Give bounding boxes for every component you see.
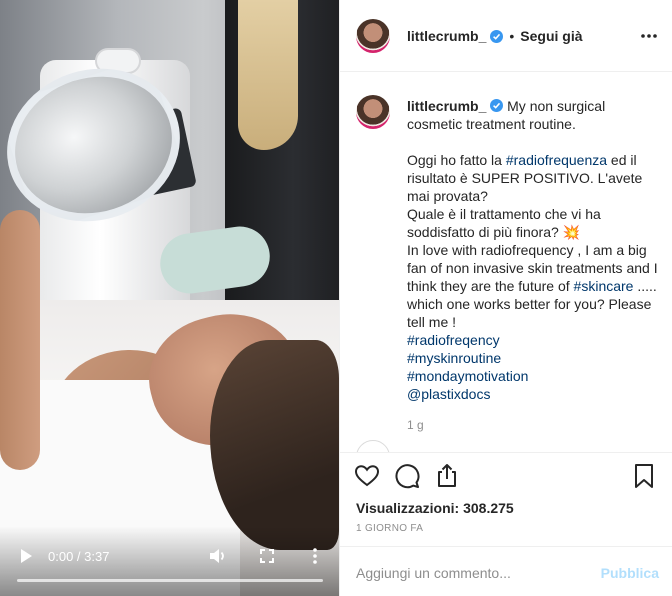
share-icon[interactable]: [434, 463, 462, 491]
hashtag-link[interactable]: #mondaymotivation: [407, 368, 528, 384]
hashtag-link[interactable]: #skincare: [574, 278, 634, 294]
fullscreen-icon[interactable]: [255, 544, 279, 568]
caption-text: Quale è il trattamento che vi ha soddisf…: [407, 206, 601, 240]
video-arm: [0, 210, 40, 470]
views-label: Visualizzazioni:: [356, 500, 460, 516]
verified-icon: [490, 97, 504, 112]
more-options-icon[interactable]: [639, 26, 659, 46]
video-progress-track[interactable]: [17, 579, 323, 582]
bookmark-icon[interactable]: [631, 463, 659, 491]
video-time: 0:00 / 3:37: [48, 548, 110, 564]
video-person-hair: [238, 0, 298, 150]
hashtag-link[interactable]: #radiofreqency: [407, 332, 500, 348]
caption-username[interactable]: littlecrumb_: [407, 98, 486, 114]
publish-button[interactable]: Pubblica: [601, 565, 659, 581]
post-header: littlecrumb_ • Segui già: [340, 0, 672, 72]
hashtag-link[interactable]: #radiofrequenza: [506, 152, 607, 168]
views-value: 308.275: [463, 500, 514, 516]
mention-link[interactable]: @plastixdocs: [407, 386, 490, 402]
hashtag-link[interactable]: #myskinroutine: [407, 350, 501, 366]
action-bar: [340, 452, 672, 506]
video-more-icon[interactable]: [303, 544, 327, 568]
post-video[interactable]: 0:00 / 3:37: [0, 0, 339, 596]
views-count[interactable]: Visualizzazioni: 308.275: [356, 500, 514, 516]
header-separator: •: [509, 28, 515, 44]
volume-icon[interactable]: [206, 544, 230, 568]
add-comment-box: Pubblica: [340, 546, 672, 596]
header-user: littlecrumb_ • Segui già: [407, 28, 583, 44]
post-caption: littlecrumb_ My non surgical cosmetic tr…: [407, 97, 663, 403]
comment-input[interactable]: [356, 563, 586, 583]
video-controls: 0:00 / 3:37: [0, 540, 339, 596]
comment-avatar: [356, 440, 390, 452]
caption-age[interactable]: 1 g: [407, 418, 424, 432]
following-button[interactable]: Segui già: [520, 28, 582, 44]
verified-icon: [490, 29, 504, 43]
heart-icon[interactable]: [354, 463, 382, 491]
caption-avatar[interactable]: [356, 95, 390, 129]
post-date[interactable]: 1 GIORNO FA: [356, 523, 423, 534]
next-comment-preview: [356, 440, 656, 452]
post-side-panel: littlecrumb_ • Segui già littlecrumb_ My…: [339, 0, 672, 596]
caption-text: Oggi ho fatto la: [407, 152, 506, 168]
avatar[interactable]: [356, 19, 390, 53]
comment-icon[interactable]: [394, 463, 422, 491]
header-username[interactable]: littlecrumb_: [407, 28, 486, 44]
play-icon[interactable]: [14, 544, 38, 568]
